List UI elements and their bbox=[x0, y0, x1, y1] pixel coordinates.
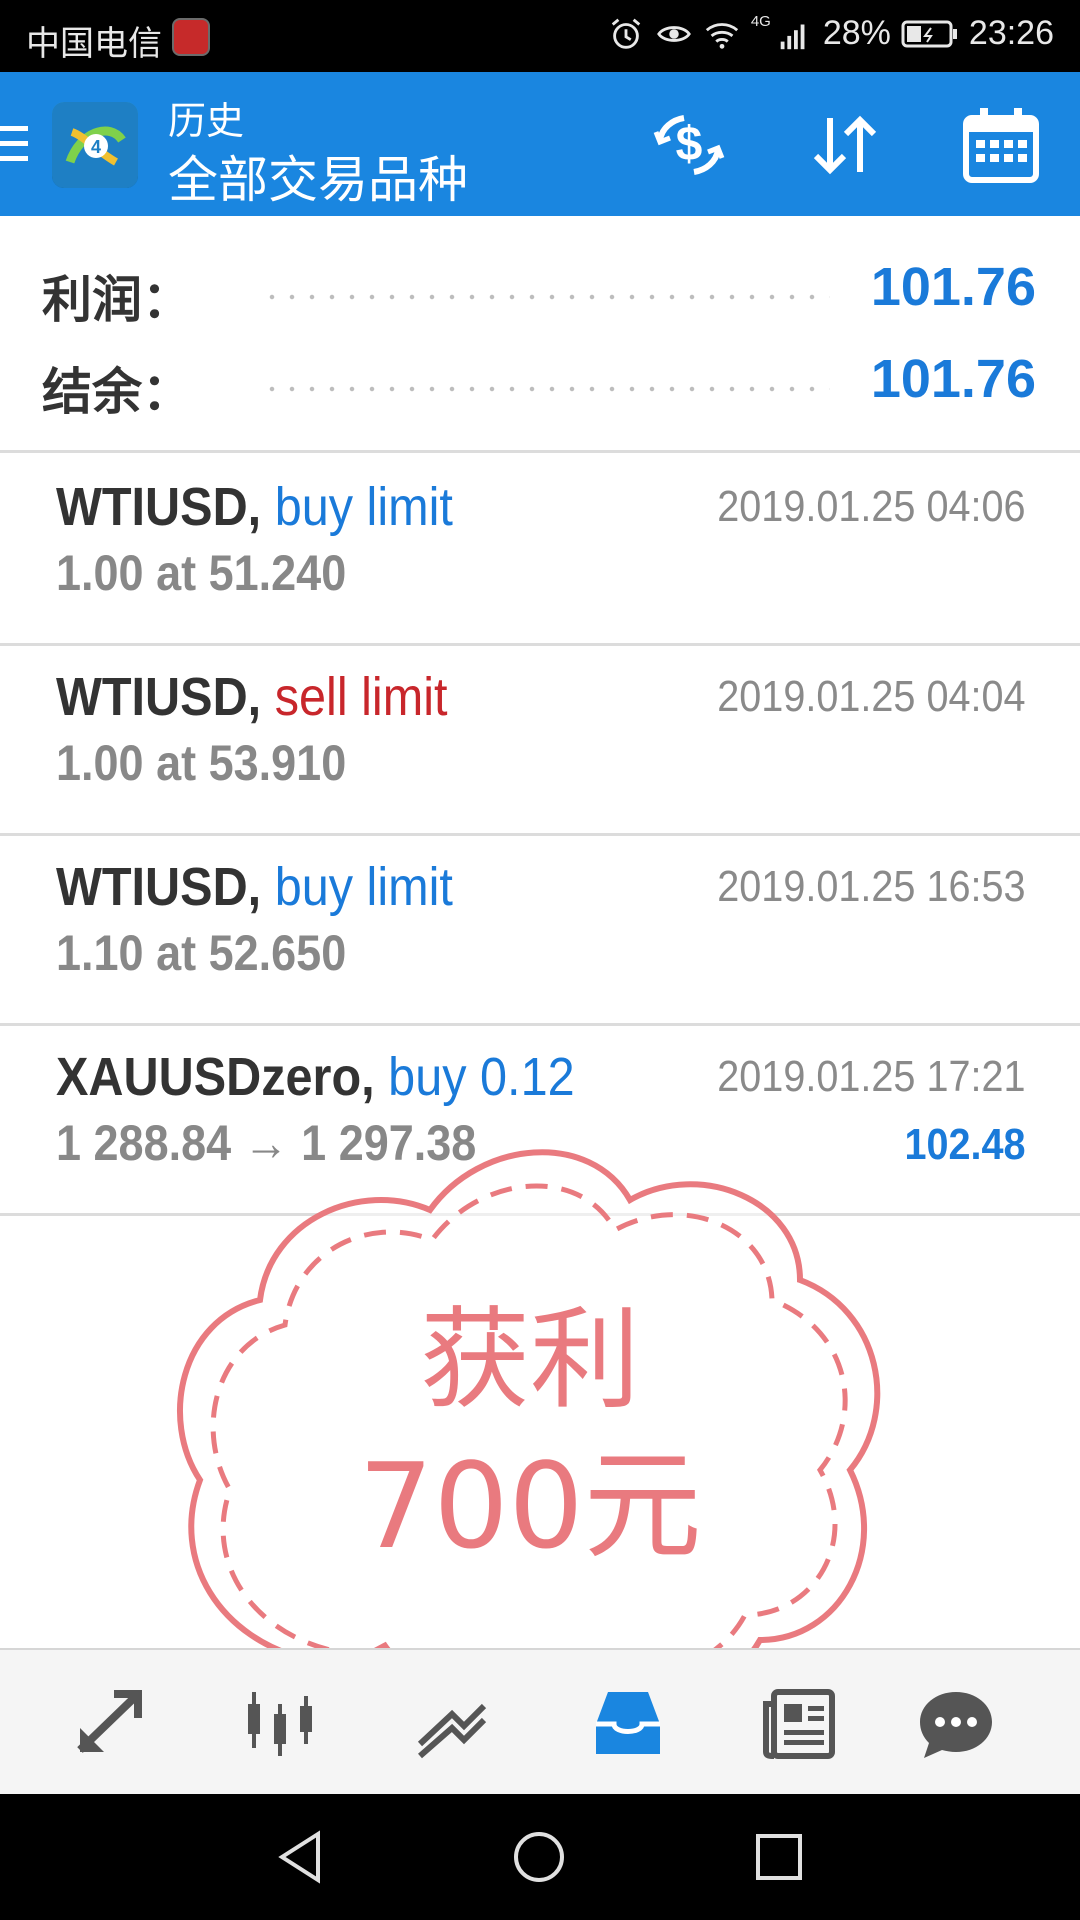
system-nav-bar bbox=[0, 1794, 1080, 1920]
order-type: sell limit bbox=[274, 667, 448, 727]
order-detail: 1.00 at 51.240 bbox=[56, 545, 347, 601]
order-symbol: WTIUSD, sell limit bbox=[56, 667, 448, 727]
sort-icon[interactable] bbox=[802, 102, 888, 188]
network-type: 4G bbox=[750, 13, 771, 30]
order-symbol: WTIUSD, buy limit bbox=[56, 477, 453, 537]
battery-percent: 28% bbox=[822, 14, 891, 52]
chat-icon[interactable] bbox=[916, 1684, 996, 1764]
trade-icon[interactable] bbox=[70, 1684, 150, 1764]
order-detail: 1.00 at 53.910 bbox=[56, 735, 347, 791]
clock: 23:26 bbox=[968, 14, 1054, 52]
profit-row: 利润： 101.76 bbox=[0, 250, 1080, 330]
analytics-icon[interactable] bbox=[412, 1684, 492, 1764]
dotted-leader bbox=[262, 294, 830, 300]
back-icon[interactable] bbox=[270, 1826, 332, 1888]
order-symbol: XAUUSDzero, buy 0.12 bbox=[56, 1047, 575, 1107]
bottom-tab-bar bbox=[0, 1648, 1080, 1796]
status-icons: 4G 28% 23:26 bbox=[607, 13, 1054, 53]
app-bar: 4 历史 全部交易品种 $ bbox=[0, 72, 1080, 216]
order-time: 2019.01.25 04:04 bbox=[717, 672, 1026, 721]
order-time: 2019.01.25 17:21 bbox=[717, 1052, 1026, 1101]
order-row[interactable]: WTIUSD, buy limit 1.00 at 51.240 2019.01… bbox=[0, 456, 1080, 644]
home-icon[interactable] bbox=[508, 1826, 570, 1888]
order-type: buy 0.12 bbox=[388, 1047, 575, 1107]
alarm-icon bbox=[611, 18, 641, 49]
order-type: buy limit bbox=[274, 857, 453, 917]
metatrader-logo-icon: 4 bbox=[52, 102, 138, 188]
chart-icon[interactable] bbox=[240, 1684, 320, 1764]
symbol-filter[interactable]: 全部交易品种 bbox=[168, 140, 468, 212]
stamp-line2: 700元 bbox=[358, 1437, 702, 1575]
balance-label: 结余： bbox=[42, 364, 192, 420]
divider bbox=[0, 450, 1080, 453]
carrier-app-icon bbox=[172, 18, 210, 56]
currency-exchange-icon[interactable]: $ bbox=[646, 102, 732, 188]
order-time: 2019.01.25 16:53 bbox=[717, 862, 1026, 911]
wifi-icon bbox=[705, 22, 738, 49]
eye-icon bbox=[656, 25, 691, 42]
order-type: buy limit bbox=[274, 477, 453, 537]
recents-icon[interactable] bbox=[748, 1826, 810, 1888]
balance-row: 结余： 101.76 bbox=[0, 342, 1080, 422]
svg-text:4: 4 bbox=[91, 137, 101, 157]
svg-text:$: $ bbox=[676, 118, 703, 171]
order-symbol: WTIUSD, buy limit bbox=[56, 857, 453, 917]
profit-label: 利润： bbox=[42, 272, 192, 328]
news-icon[interactable] bbox=[760, 1684, 840, 1764]
history-icon[interactable] bbox=[588, 1684, 668, 1764]
calendar-icon[interactable] bbox=[958, 102, 1044, 188]
order-detail: 1.10 at 52.650 bbox=[56, 925, 347, 981]
battery-icon bbox=[901, 20, 957, 47]
carrier-name: 中国电信 bbox=[26, 25, 162, 63]
stamp-line1: 获利 bbox=[420, 1296, 640, 1424]
order-row[interactable]: WTIUSD, sell limit 1.00 at 53.910 2019.0… bbox=[0, 646, 1080, 834]
menu-icon[interactable] bbox=[0, 120, 30, 168]
status-bar: 中国电信 4G 28% 23:26 bbox=[0, 0, 1080, 72]
order-time: 2019.01.25 04:06 bbox=[717, 482, 1026, 531]
page-title: 历史 bbox=[168, 101, 245, 143]
dotted-leader bbox=[262, 386, 830, 392]
order-row[interactable]: WTIUSD, buy limit 1.10 at 52.650 2019.01… bbox=[0, 836, 1080, 1024]
signal-icon bbox=[780, 24, 805, 49]
order-profit: 102.48 bbox=[904, 1120, 1026, 1169]
profit-value: 101.76 bbox=[870, 257, 1036, 317]
balance-value: 101.76 bbox=[870, 349, 1036, 409]
